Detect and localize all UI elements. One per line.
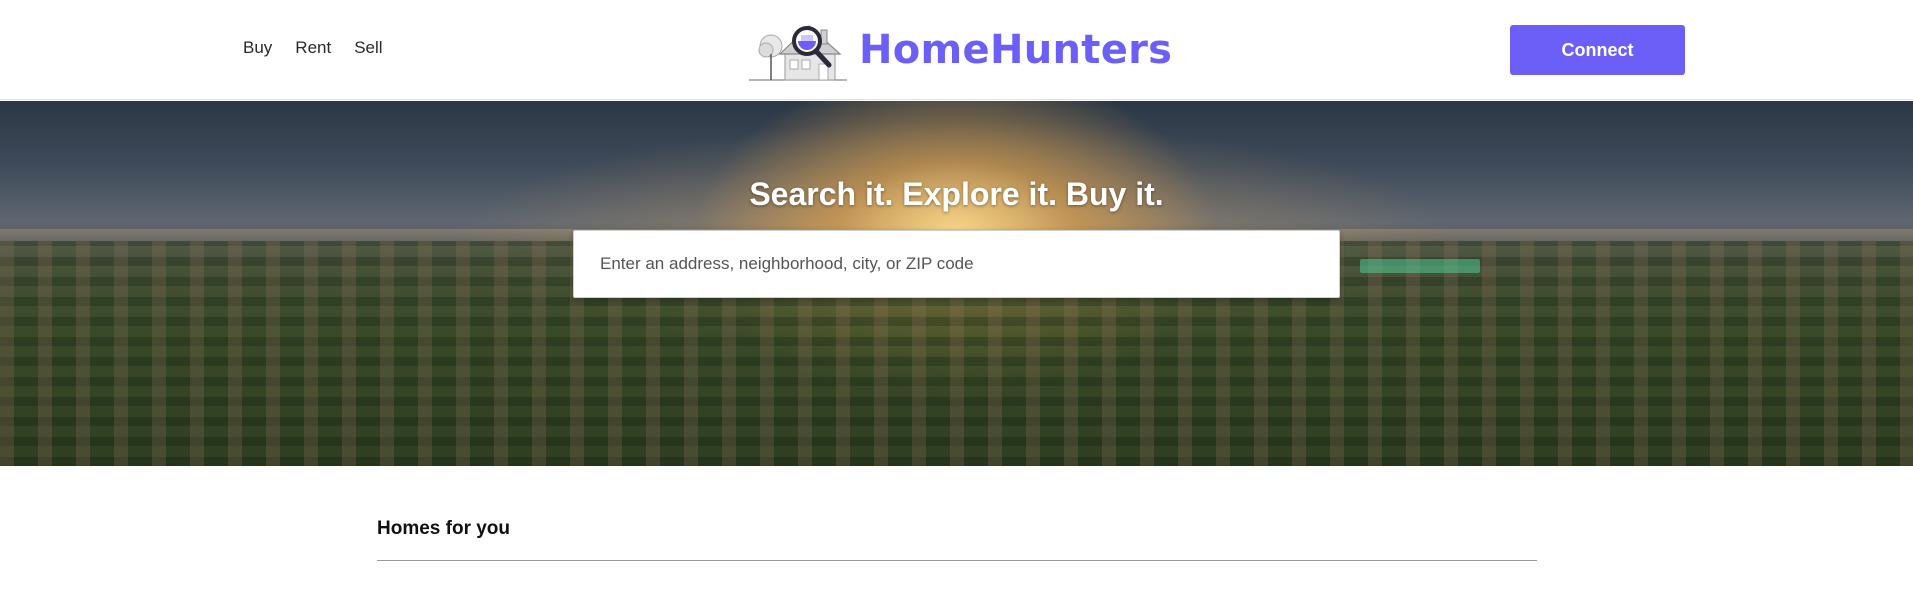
- nav-rent-link[interactable]: Rent: [295, 38, 331, 58]
- nav-buy-link[interactable]: Buy: [243, 38, 272, 58]
- hero-headline: Search it. Explore it. Buy it.: [749, 176, 1164, 212]
- search-input[interactable]: [573, 230, 1340, 298]
- section-title: Homes for you: [377, 518, 511, 539]
- hero-banner: Search it. Explore it. Buy it.: [0, 101, 1913, 466]
- hero-sports-field: [1360, 259, 1480, 273]
- section-divider: [377, 560, 1537, 561]
- logo[interactable]: HomeHunters: [749, 16, 1172, 84]
- connect-button[interactable]: Connect: [1510, 25, 1685, 75]
- site-header: Buy Rent Sell HomeHunters Connect: [0, 0, 1913, 100]
- house-magnifier-logo-icon: [749, 25, 847, 81]
- main-nav: Buy Rent Sell: [243, 38, 406, 58]
- brand-name: HomeHunters: [859, 27, 1173, 73]
- nav-sell-link[interactable]: Sell: [354, 38, 382, 58]
